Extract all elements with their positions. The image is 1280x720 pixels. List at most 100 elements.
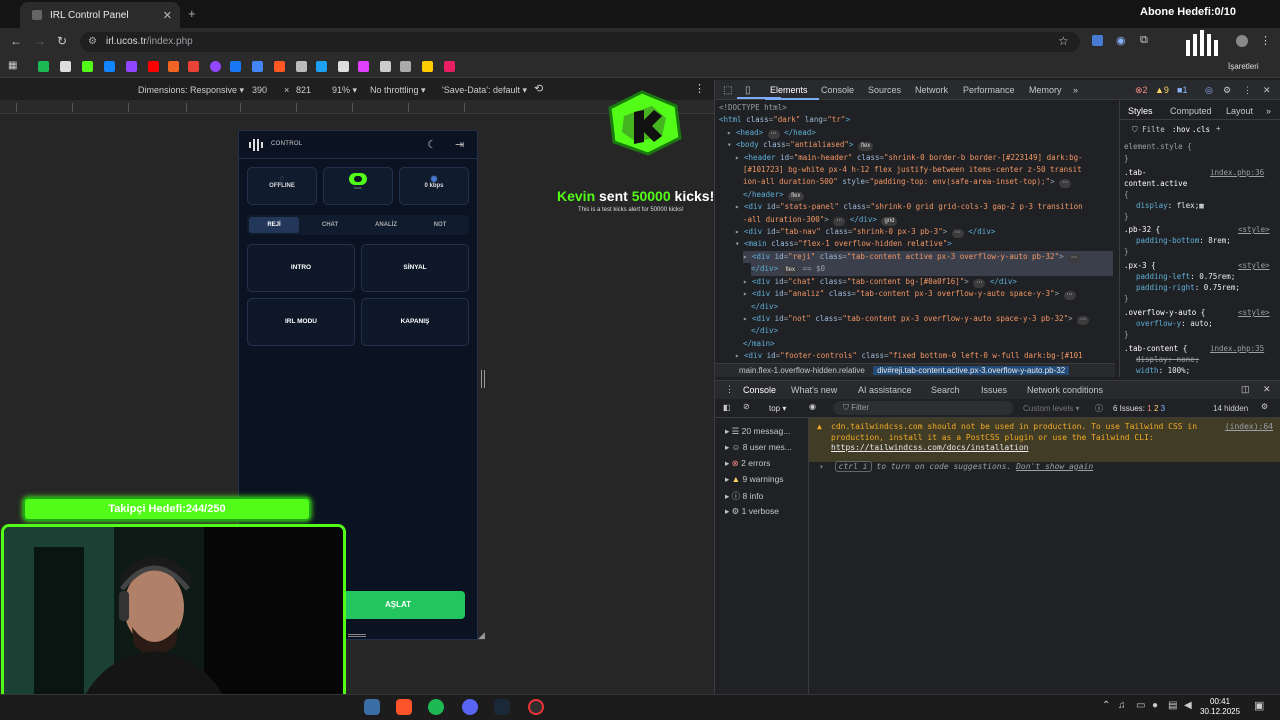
dom-line[interactable]: </main> [743, 338, 1113, 350]
add-rule-icon[interactable]: + [1216, 124, 1221, 133]
reload-icon[interactable]: ↻ [57, 34, 67, 48]
dom-line-selected[interactable]: ▸ <div id="reji" class="tab-content acti… [743, 250, 1113, 264]
drawer-tab-ai-assistance[interactable]: AI assistance [858, 385, 912, 395]
info-count-icon[interactable]: ■1 [1177, 85, 1187, 95]
sidebar-item-warnings[interactable]: ▸ ▲ 9 warnings [725, 474, 784, 485]
dom-line[interactable]: ▸ <div id="not" class="tab-content px-3 … [743, 313, 1113, 325]
tailwind-docs-link[interactable]: https://tailwindcss.com/docs/installatio… [831, 443, 1028, 452]
error-count-icon[interactable]: ⊗2 [1135, 85, 1148, 96]
bookmark-icon[interactable] [422, 61, 433, 72]
tab-sources[interactable]: Sources [868, 85, 901, 95]
style-source-link[interactable]: <style> [1238, 225, 1270, 234]
steam-taskbar-icon[interactable] [494, 699, 510, 715]
tab-elements[interactable]: Elements [770, 85, 808, 95]
dom-line[interactable]: ▸ <div id="stats-panel" class="shrink-0 … [735, 201, 1113, 213]
dom-line-selected[interactable]: </div> flex == $0 [751, 263, 1113, 276]
style-selector[interactable]: content.active [1124, 179, 1187, 188]
chrome-taskbar-icon[interactable] [364, 699, 380, 715]
apps-grid-icon[interactable]: ▦ [8, 60, 17, 71]
discord-taskbar-icon[interactable] [462, 699, 478, 715]
bookmark-icon[interactable] [380, 61, 391, 72]
profile-avatar[interactable] [1236, 35, 1248, 47]
close-devtools-icon[interactable]: ✕ [1263, 85, 1271, 96]
bookmark-icon[interactable] [444, 61, 455, 72]
tab-console[interactable]: Console [821, 85, 854, 95]
styles-filter-input[interactable]: ⛉ Filte [1132, 125, 1165, 135]
style-selector[interactable]: .tab- [1124, 168, 1147, 177]
style-rule[interactable]: element.style { [1124, 142, 1192, 151]
throttling-select[interactable]: No throttling ▾ [370, 85, 426, 96]
issues-button[interactable]: 6 Issues: 1 2 3 [1113, 404, 1165, 413]
style-source-link[interactable]: <style> [1238, 308, 1270, 317]
bookmark-icon[interactable] [358, 61, 369, 72]
dom-line[interactable]: ▸ <div id="footer-controls" class="fixed… [735, 350, 1113, 362]
breadcrumb-selected[interactable]: div#reji.tab-content.active.px-3.overflo… [873, 366, 1070, 375]
drawer-tab-search[interactable]: Search [931, 385, 960, 395]
rotate-icon[interactable]: ⟲ [534, 82, 543, 95]
dom-line[interactable]: <!DOCTYPE html> [719, 102, 1113, 114]
breadcrumb-main[interactable]: main.flex-1.overflow-hidden.relative [739, 366, 865, 375]
dom-line[interactable]: ▾ <main class="flex-1 overflow-hidden re… [735, 238, 1113, 250]
save-data-select[interactable]: 'Save-Data': default ▾ [442, 85, 527, 96]
style-declaration[interactable]: display: flex;▦ [1136, 201, 1204, 210]
close-drawer-icon[interactable]: ✕ [1263, 384, 1271, 395]
drawer-tab-console[interactable]: Console [743, 385, 776, 395]
tab-chat[interactable]: CHAT [305, 217, 355, 233]
bookmark-icon[interactable] [338, 61, 349, 72]
context-select[interactable]: top ▾ [769, 404, 786, 413]
console-filter-input[interactable]: ⛉ Filter [833, 401, 1013, 415]
viewport-bottom-handle[interactable] [348, 634, 366, 637]
tab-styles[interactable]: Styles [1128, 106, 1153, 116]
style-source-link[interactable]: index.php:35 [1210, 344, 1264, 353]
sidebar-item-errors[interactable]: ▸ ⊗ 2 errors [725, 458, 770, 469]
dom-line[interactable]: ▸ <div id="chat" class="tab-content bg-[… [743, 276, 1113, 288]
bookmark-icon[interactable] [296, 61, 307, 72]
settings-gear-icon[interactable]: ⚙ [1223, 85, 1231, 96]
viewport-resize-handle[interactable] [481, 370, 485, 388]
console-settings-gear-icon[interactable]: ⚙ [1261, 402, 1268, 411]
bookmark-star-icon[interactable]: ☆ [1058, 34, 1069, 48]
intro-button[interactable]: INTRO [247, 244, 355, 292]
style-declaration[interactable]: overflow-y: auto; [1136, 319, 1213, 328]
dom-line[interactable]: ▾ <body class="antialiased"> flex [727, 139, 1113, 152]
dom-line[interactable]: ion-all duration-500" style="padding-top… [743, 176, 1113, 189]
tab-layout[interactable]: Layout [1226, 106, 1253, 116]
bookmark-gmail-icon[interactable] [188, 61, 199, 72]
tab-close-icon[interactable]: ✕ [163, 9, 172, 22]
zoom-select[interactable]: 91% ▾ [332, 85, 357, 96]
style-source-link[interactable]: <style> [1238, 261, 1270, 270]
logout-icon[interactable]: ⇥ [455, 138, 464, 151]
sidebar-item-verbose[interactable]: ▸ ⚙ 1 verbose [725, 506, 779, 517]
elements-dom-tree[interactable]: <!DOCTYPE html> <html class="dark" lang=… [719, 102, 1113, 364]
viewport-height-input[interactable]: 821 [296, 85, 311, 95]
dont-show-again-link[interactable]: Don't show again [1016, 462, 1093, 471]
tray-audio-icon[interactable]: ♫ [1118, 700, 1126, 711]
tab-not[interactable]: NOT [415, 217, 465, 233]
dom-line[interactable]: ▸ <div id="tab-nav" class="shrink-0 px-3… [735, 226, 1113, 239]
style-selector[interactable]: .pb-32 { [1124, 225, 1160, 234]
sinyal-button[interactable]: SİNYAL [361, 244, 469, 292]
tab-reji[interactable]: REJİ [249, 217, 299, 233]
cls-toggle[interactable]: .cls [1192, 125, 1210, 134]
browser-tab[interactable]: IRL Control Panel ✕ [20, 2, 180, 28]
bookmark-youtube-icon[interactable] [148, 61, 159, 72]
live-expression-eye-icon[interactable]: ◉ [809, 402, 816, 411]
bookmark-kick-icon[interactable] [82, 61, 93, 72]
viewport-width-input[interactable]: 390 [252, 85, 267, 95]
irl-modu-button[interactable]: IRL MODU [247, 298, 355, 346]
sidebar-item-messages[interactable]: ▸ ☰ 20 messag... [725, 426, 790, 437]
drawer-tab-issues[interactable]: Issues [981, 385, 1007, 395]
more-tabs[interactable]: » [1073, 85, 1078, 95]
bookmark-icon[interactable] [168, 61, 179, 72]
devtools-sync-icon[interactable]: ◎ [1205, 85, 1213, 96]
style-declaration[interactable]: padding-left: 0.75rem; [1136, 272, 1235, 281]
tray-chevron-icon[interactable]: ⌃ [1102, 700, 1110, 711]
tab-memory[interactable]: Memory [1029, 85, 1062, 95]
dom-line[interactable]: </div> [751, 301, 1113, 313]
warning-count-icon[interactable]: ▲9 [1155, 85, 1169, 95]
extensions-puzzle-icon[interactable]: ⧉ [1140, 34, 1148, 47]
kapanis-button[interactable]: KAPANIŞ [361, 298, 469, 346]
viewport-corner-resize-icon[interactable]: ◢ [478, 630, 485, 641]
bookmark-twitch-icon[interactable] [126, 61, 137, 72]
url-field[interactable]: ⚙ irl.ucos.tr/index.php [80, 32, 1080, 52]
